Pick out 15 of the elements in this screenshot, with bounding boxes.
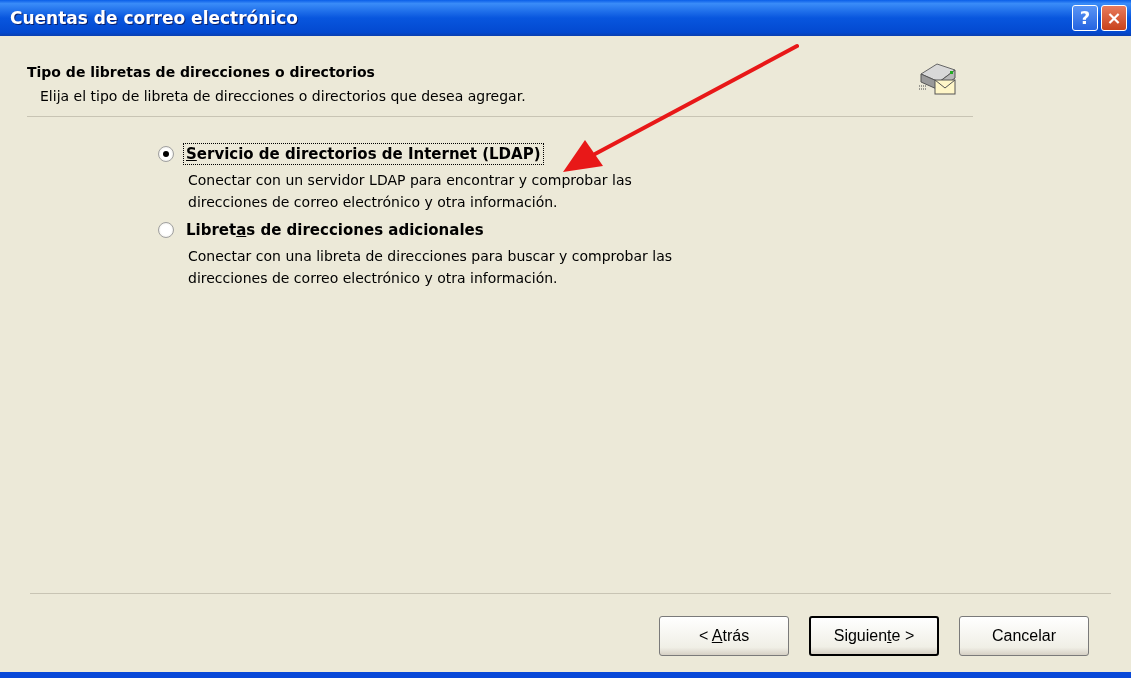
option-label[interactable]: Servicio de directorios de Internet (LDAP) <box>183 143 544 165</box>
close-button[interactable]: × <box>1101 5 1127 31</box>
option-label[interactable]: Libretas de direcciones adicionales <box>183 219 487 241</box>
radio-button[interactable] <box>158 146 174 162</box>
option-description: Conectar con una libreta de direcciones para buscar y comprobar las direcciones de correo electrónico y otra información. <box>188 247 674 288</box>
page-title: Tipo de libretas de direcciones o directorios <box>27 64 376 80</box>
window-title: Cuentas de correo electrónico <box>10 8 298 28</box>
page-subtitle: Elija el tipo de libreta de direcciones o directorios que desea agregar. <box>39 88 526 104</box>
dialog-button[interactable]: Siguiente > <box>809 616 939 656</box>
drive-mail-icon <box>917 60 959 98</box>
dialog-button[interactable]: Cancelar <box>959 616 1089 656</box>
dialog-button[interactable]: < Atrás <box>659 616 789 656</box>
option-description: Conectar con un servidor LDAP para encontrar y comprobar las direcciones de correo electrónico y otra información. <box>188 171 633 212</box>
radio-button[interactable] <box>158 222 174 238</box>
help-button[interactable]: ? <box>1072 5 1098 31</box>
